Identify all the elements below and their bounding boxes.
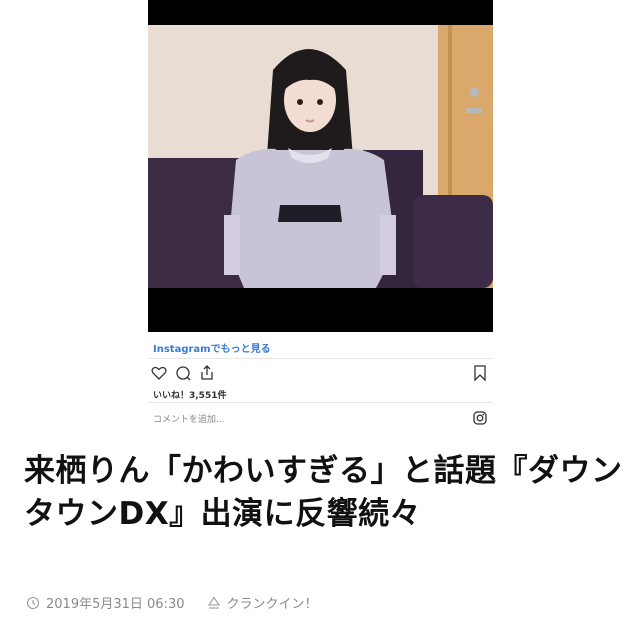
heart-icon[interactable] — [150, 364, 168, 382]
article-meta: 2019年5月31日 06:30 クランクイン！ — [26, 593, 318, 612]
instagram-embed: Instagramでもっと見る いいね！3,551件 コメントを追加... — [148, 0, 493, 430]
comment-input[interactable]: コメントを追加... — [153, 412, 225, 425]
photo-illustration — [148, 0, 493, 332]
article-headline[interactable]: 来栖りん「かわいすぎる」と話題『ダウンタウンDX』出演に反響続々 — [24, 450, 624, 536]
bookmark-icon[interactable] — [473, 364, 487, 382]
instagram-icon[interactable] — [473, 410, 487, 425]
instagram-more-link[interactable]: Instagramでもっと見る — [153, 340, 271, 355]
article-date: 2019年5月31日 06:30 — [46, 597, 185, 612]
share-icon[interactable] — [198, 364, 216, 382]
divider — [148, 358, 493, 359]
post-photo[interactable] — [148, 0, 493, 332]
like-count: いいね！3,551件 — [153, 391, 227, 401]
source-icon — [207, 596, 221, 610]
comment-icon[interactable] — [174, 364, 192, 382]
article-source[interactable]: クランクイン！ — [227, 593, 318, 612]
divider — [148, 402, 493, 403]
post-actions — [150, 364, 216, 382]
clock-icon — [26, 596, 40, 610]
